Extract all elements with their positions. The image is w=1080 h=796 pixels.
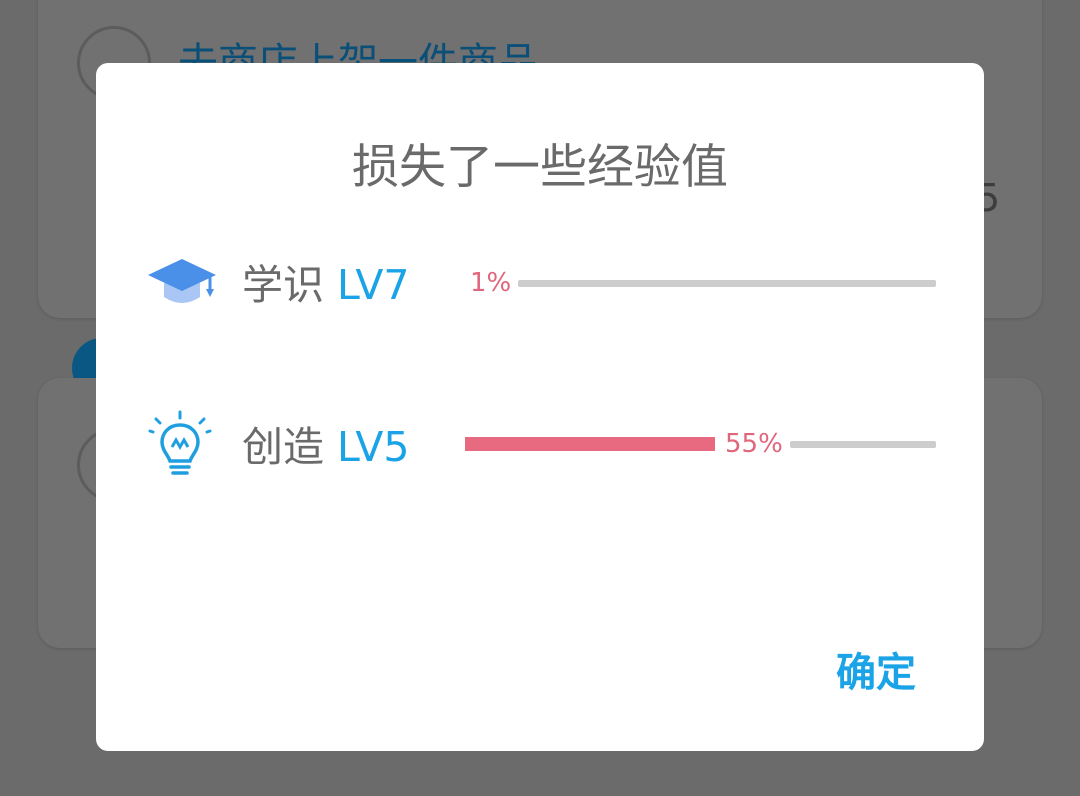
progress-fill xyxy=(465,437,715,451)
stat-level: LV5 xyxy=(337,423,410,471)
graduation-cap-icon xyxy=(144,247,220,323)
stat-name-creativity: 创造 LV5 xyxy=(242,422,410,472)
progress-track xyxy=(790,441,936,448)
confirm-button[interactable]: 确定 xyxy=(836,648,916,698)
background-task-title: 去商店上架一件商品 xyxy=(178,40,538,64)
lightbulb-icon xyxy=(142,409,218,485)
progress-percent-label: 1% xyxy=(470,268,512,298)
stat-label: 学识 xyxy=(242,261,324,309)
progress-percent-label: 55% xyxy=(725,429,783,459)
dialog-title: 损失了一些经验值 xyxy=(352,140,728,195)
stat-name-knowledge: 学识 LV7 xyxy=(242,260,410,310)
progress-track xyxy=(518,280,936,287)
experience-loss-dialog: 损失了一些经验值 学识 LV7 1% 创造 LV5 55% 确定 xyxy=(96,63,984,751)
stat-label: 创造 xyxy=(242,423,324,471)
stat-level: LV7 xyxy=(337,261,410,309)
